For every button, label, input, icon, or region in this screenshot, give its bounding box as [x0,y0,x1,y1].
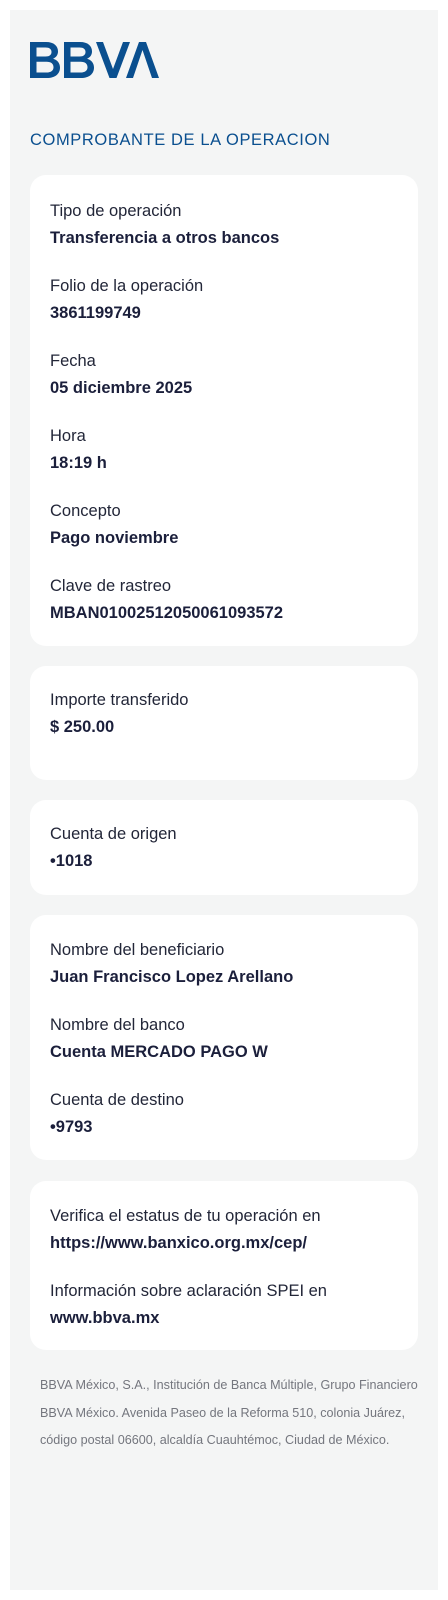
status-check-label: Verifica el estatus de tu operación en [50,1207,321,1225]
verification-card: Verifica el estatus de tu operación en h… [30,1181,418,1350]
banxico-cep-link[interactable]: https://www.banxico.org.mx/cep/ [50,1233,321,1253]
amount-card: Importe transferido $ 250.00 [30,666,418,780]
origin-account-value: •1018 [50,852,93,870]
bbva-website-link[interactable]: www.bbva.mx [50,1308,327,1328]
beneficiary-name-field: Nombre del beneficiario Juan Francisco L… [50,940,293,987]
tracking-key-field: Clave de rastreo MBAN0100251205006109357… [50,576,283,623]
operation-type-field: Tipo de operación Transferencia a otros … [50,201,279,248]
time-label: Hora [50,427,86,445]
legal-disclaimer: BBVA México, S.A., Institución de Banca … [40,1378,418,1447]
spei-info-label: Información sobre aclaración SPEI en [50,1282,327,1300]
concept-field: Concepto Pago noviembre [50,501,178,548]
folio-field: Folio de la operación 3861199749 [50,276,203,323]
amount-label: Importe transferido [50,691,189,709]
bank-name-field: Nombre del banco Cuenta MERCADO PAGO W [50,1015,268,1062]
concept-value: Pago noviembre [50,529,179,547]
origin-account-card: Cuenta de origen •1018 [30,800,418,895]
origin-account-field: Cuenta de origen •1018 [50,824,177,871]
receipt-page: COMPROBANTE DE LA OPERACION Tipo de oper… [10,10,438,1590]
concept-label: Concepto [50,502,121,520]
amount-value: $ 250.00 [50,718,115,736]
beneficiary-card: Nombre del beneficiario Juan Francisco L… [30,915,418,1160]
tracking-key-value: MBAN01002512050061093572 [50,604,284,622]
amount-field: Importe transferido $ 250.00 [50,690,188,737]
bank-name-label: Nombre del banco [50,1016,185,1034]
beneficiary-name-value: Juan Francisco Lopez Arellano [50,968,294,986]
time-value: 18:19 h [50,454,107,472]
date-value: 05 diciembre 2025 [50,379,193,397]
bbva-logo [30,40,170,82]
destination-account-value: •9793 [50,1118,93,1136]
folio-label: Folio de la operación [50,277,204,295]
date-field: Fecha 05 diciembre 2025 [50,351,192,398]
date-label: Fecha [50,352,96,370]
beneficiary-name-label: Nombre del beneficiario [50,941,225,959]
destination-account-field: Cuenta de destino •9793 [50,1090,184,1137]
time-field: Hora 18:19 h [50,426,107,473]
status-check-field: Verifica el estatus de tu operación en h… [50,1206,321,1253]
operation-type-label: Tipo de operación [50,202,182,220]
origin-account-label: Cuenta de origen [50,825,177,843]
bank-name-value: Cuenta MERCADO PAGO W [50,1043,268,1061]
folio-value: 3861199749 [50,304,141,322]
page-title: COMPROBANTE DE LA OPERACION [30,131,331,149]
destination-account-label: Cuenta de destino [50,1091,184,1109]
spei-info-field: Información sobre aclaración SPEI en www… [50,1281,327,1328]
tracking-key-label: Clave de rastreo [50,577,172,595]
operation-type-value: Transferencia a otros bancos [50,229,280,247]
operation-details-card: Tipo de operación Transferencia a otros … [30,175,418,646]
